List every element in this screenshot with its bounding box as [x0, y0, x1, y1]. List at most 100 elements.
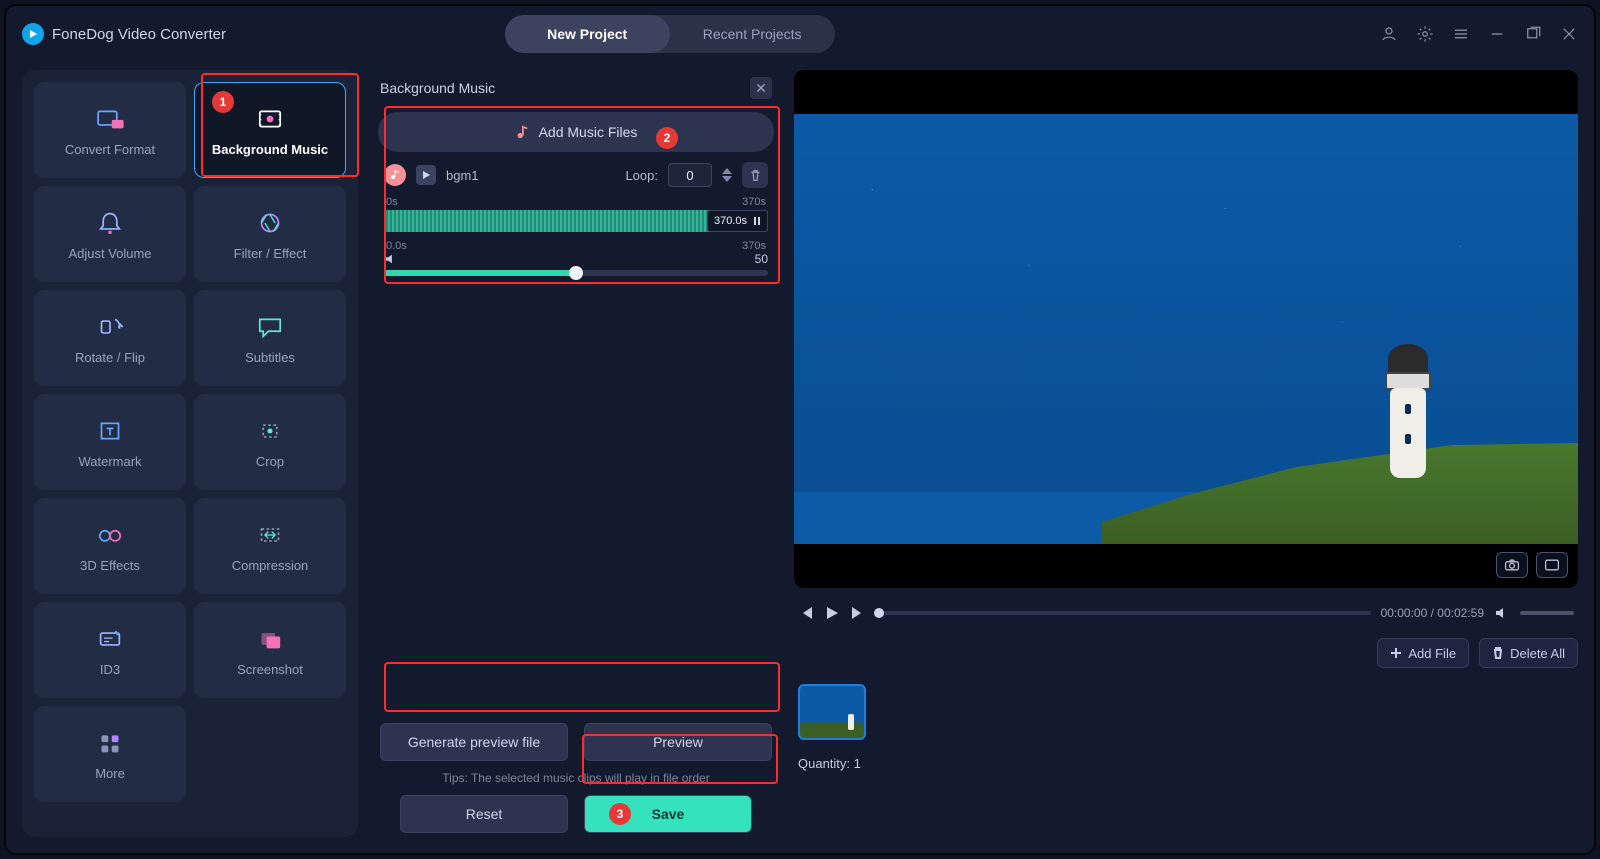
delete-all-button[interactable]: Delete All: [1479, 638, 1578, 668]
sidebar-item-subtitles[interactable]: Subtitles: [194, 290, 346, 386]
text-icon: [93, 416, 127, 446]
snapshot-button[interactable]: [1496, 552, 1528, 578]
tile-label: Filter / Effect: [234, 246, 307, 261]
tile-label: ID3: [100, 662, 120, 677]
close-icon[interactable]: [1560, 25, 1578, 43]
vol-start: 0.0s: [386, 240, 407, 252]
add-file-button[interactable]: Add File: [1377, 638, 1469, 668]
tile-label: 3D Effects: [80, 558, 140, 573]
bell-icon: [93, 208, 127, 238]
volume-slider[interactable]: [384, 270, 768, 276]
play-circle-icon: [22, 23, 44, 45]
app-title: FoneDog Video Converter: [52, 26, 226, 43]
track-name: bgm1: [446, 168, 615, 183]
minimize-icon[interactable]: [1488, 25, 1506, 43]
panel-title: Background Music: [380, 80, 495, 96]
tile-label: More: [95, 766, 125, 781]
loop-label: Loop:: [625, 168, 658, 183]
sidebar-item-filter-effect[interactable]: Filter / Effect: [194, 186, 346, 282]
waveform[interactable]: 370.0s: [384, 210, 768, 232]
convert-icon: [93, 104, 127, 134]
volume-value: 50: [755, 252, 768, 266]
compress-icon: [253, 520, 287, 550]
track-play-button[interactable]: [416, 165, 436, 185]
sidebar-item-convert-format[interactable]: Convert Format: [34, 82, 186, 178]
save-button[interactable]: 3 Save: [584, 795, 752, 833]
grid-icon: [93, 728, 127, 758]
tile-label: Subtitles: [245, 350, 295, 365]
tool-sidebar: Convert Format Background Music Adjust V…: [22, 70, 358, 837]
sidebar-item-rotate-flip[interactable]: Rotate / Flip: [34, 290, 186, 386]
titlebar: FoneDog Video Converter New Project Rece…: [6, 6, 1594, 62]
app-logo: FoneDog Video Converter: [22, 23, 226, 45]
editor-panel: Background Music ✕ Add Music Files 2 bgm…: [370, 70, 782, 837]
maximize-icon[interactable]: [1524, 25, 1542, 43]
trash-icon: [1492, 647, 1504, 659]
wave-end: 370s: [742, 196, 766, 208]
quantity-label: Quantity: 1: [794, 756, 1578, 771]
loop-stepper[interactable]: [722, 168, 732, 182]
chevron-up-icon[interactable]: [722, 168, 732, 174]
track-icon: [384, 164, 406, 186]
tab-new-project[interactable]: New Project: [505, 15, 670, 53]
time-display: 00:00:00 / 00:02:59: [1381, 606, 1484, 620]
chat-icon: [253, 312, 287, 342]
tile-label: Adjust Volume: [68, 246, 151, 261]
expand-icon: [1544, 558, 1560, 572]
chevron-down-icon[interactable]: [722, 176, 732, 182]
fullscreen-button[interactable]: [1536, 552, 1568, 578]
sidebar-item-watermark[interactable]: Watermark: [34, 394, 186, 490]
crop-icon: [253, 416, 287, 446]
trash-icon: [749, 169, 762, 182]
sidebar-item-compression[interactable]: Compression: [194, 498, 346, 594]
add-music-button[interactable]: Add Music Files: [378, 112, 774, 152]
tile-label: Compression: [232, 558, 309, 573]
wave-start: 0s: [386, 196, 398, 208]
sidebar-item-more[interactable]: More: [34, 706, 186, 802]
clip-thumbnail[interactable]: [798, 684, 866, 740]
loop-value[interactable]: 0: [668, 163, 712, 187]
rotate-icon: [93, 312, 127, 342]
seek-bar[interactable]: [876, 611, 1371, 615]
transport-bar: 00:00:00 / 00:02:59: [794, 598, 1578, 628]
callout-badge-1: 1: [212, 91, 234, 113]
tile-label: Watermark: [78, 454, 141, 469]
aperture-icon: [253, 208, 287, 238]
filmstrip-music-icon: [253, 104, 287, 134]
preview-button[interactable]: Preview: [584, 723, 772, 761]
skip-fwd-icon[interactable]: [850, 605, 866, 621]
reset-button[interactable]: Reset: [400, 795, 568, 833]
tile-label: Crop: [256, 454, 284, 469]
lighthouse-graphic: [1378, 344, 1438, 484]
camera-icon: [1504, 558, 1520, 572]
menu-icon[interactable]: [1452, 25, 1470, 43]
sidebar-item-screenshot[interactable]: Screenshot: [194, 602, 346, 698]
sidebar-item-id3[interactable]: ID3: [34, 602, 186, 698]
gear-icon[interactable]: [1416, 25, 1434, 43]
video-preview[interactable]: [794, 70, 1578, 588]
id3-icon: [93, 624, 127, 654]
pause-icon: [753, 217, 761, 225]
screenshot-icon: [253, 624, 287, 654]
account-icon[interactable]: [1380, 25, 1398, 43]
plus-icon: [1390, 647, 1402, 659]
panel-close-button[interactable]: ✕: [750, 77, 772, 99]
preview-pane: 00:00:00 / 00:02:59 Add File Delete All: [794, 70, 1578, 837]
add-music-label: Add Music Files: [539, 124, 638, 140]
tab-recent-projects[interactable]: Recent Projects: [670, 26, 835, 42]
volume-mini-slider[interactable]: [1520, 611, 1574, 615]
skip-back-icon[interactable]: [798, 605, 814, 621]
sidebar-item-crop[interactable]: Crop: [194, 394, 346, 490]
tips-text: Tips: The selected music clips will play…: [370, 771, 782, 785]
tile-label: Rotate / Flip: [75, 350, 145, 365]
tile-label: Background Music: [212, 142, 328, 157]
delete-track-button[interactable]: [742, 162, 768, 188]
callout-badge-2: 2: [656, 127, 678, 149]
sidebar-item-3d-effects[interactable]: 3D Effects: [34, 498, 186, 594]
volume-icon[interactable]: [1494, 605, 1510, 621]
glasses-icon: [93, 520, 127, 550]
sidebar-item-adjust-volume[interactable]: Adjust Volume: [34, 186, 186, 282]
wave-position-flag[interactable]: 370.0s: [707, 210, 768, 232]
generate-preview-button[interactable]: Generate preview file: [380, 723, 568, 761]
play-icon[interactable]: [824, 605, 840, 621]
